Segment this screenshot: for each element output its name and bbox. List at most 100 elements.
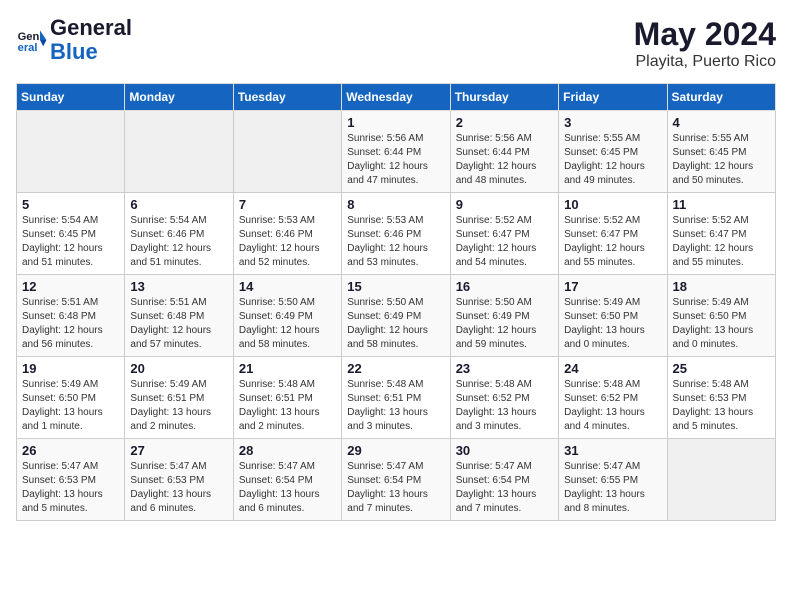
day-header-saturday: Saturday bbox=[667, 84, 775, 111]
day-header-thursday: Thursday bbox=[450, 84, 558, 111]
day-info: Sunrise: 5:48 AM Sunset: 6:53 PM Dayligh… bbox=[673, 378, 770, 434]
day-number: 2 bbox=[456, 115, 553, 130]
day-info: Sunrise: 5:48 AM Sunset: 6:51 PM Dayligh… bbox=[347, 378, 444, 434]
calendar-cell: 23 Sunrise: 5:48 AM Sunset: 6:52 PM Dayli… bbox=[450, 357, 558, 439]
day-number: 14 bbox=[239, 279, 336, 294]
day-header-wednesday: Wednesday bbox=[342, 84, 450, 111]
calendar-cell: 25 Sunrise: 5:48 AM Sunset: 6:53 PM Dayli… bbox=[667, 357, 775, 439]
day-info: Sunrise: 5:47 AM Sunset: 6:55 PM Dayligh… bbox=[564, 460, 661, 516]
day-info: Sunrise: 5:48 AM Sunset: 6:52 PM Dayligh… bbox=[564, 378, 661, 434]
day-number: 23 bbox=[456, 361, 553, 376]
calendar-cell bbox=[667, 439, 775, 521]
day-number: 31 bbox=[564, 443, 661, 458]
day-info: Sunrise: 5:56 AM Sunset: 6:44 PM Dayligh… bbox=[456, 132, 553, 188]
calendar-cell: 15Sunrise: 5:50 AM Sunset: 6:49 PM Dayli… bbox=[342, 275, 450, 357]
calendar-cell: 8Sunrise: 5:53 AM Sunset: 6:46 PM Daylig… bbox=[342, 193, 450, 275]
calendar-cell bbox=[17, 111, 125, 193]
day-info: Sunrise: 5:55 AM Sunset: 6:45 PM Dayligh… bbox=[673, 132, 770, 188]
day-info: Sunrise: 5:48 AM Sunset: 6:51 PM Dayligh… bbox=[239, 378, 336, 434]
calendar-cell: 7 Sunrise: 5:53 AM Sunset: 6:46 PM Daylig… bbox=[233, 193, 341, 275]
svg-text:Gen: Gen bbox=[18, 31, 40, 43]
calendar-cell bbox=[233, 111, 341, 193]
day-number: 19 bbox=[22, 361, 119, 376]
calendar-cell: 16 Sunrise: 5:50 AM Sunset: 6:49 PM Dayli… bbox=[450, 275, 558, 357]
day-info: Sunrise: 5:52 AM Sunset: 6:47 PM Dayligh… bbox=[456, 214, 553, 270]
calendar-week-row: 12 Sunrise: 5:51 AM Sunset: 6:48 PM Dayli… bbox=[17, 275, 776, 357]
day-number: 27 bbox=[130, 443, 227, 458]
calendar-cell: 9 Sunrise: 5:52 AM Sunset: 6:47 PM Daylig… bbox=[450, 193, 558, 275]
calendar-cell: 20 Sunrise: 5:49 AM Sunset: 6:51 PM Dayli… bbox=[125, 357, 233, 439]
calendar-cell: 24 Sunrise: 5:48 AM Sunset: 6:52 PM Dayli… bbox=[559, 357, 667, 439]
day-number: 16 bbox=[456, 279, 553, 294]
page-header: Gen eral GeneralBlue May 2024 Playita, P… bbox=[16, 16, 776, 71]
day-number: 28 bbox=[239, 443, 336, 458]
day-info: Sunrise: 5:48 AM Sunset: 6:52 PM Dayligh… bbox=[456, 378, 553, 434]
day-info: Sunrise: 5:55 AM Sunset: 6:45 PM Dayligh… bbox=[564, 132, 661, 188]
day-info: Sunrise: 5:53 AM Sunset: 6:46 PM Dayligh… bbox=[239, 214, 336, 270]
day-info: Sunrise: 5:51 AM Sunset: 6:48 PM Dayligh… bbox=[22, 296, 119, 352]
title-block: May 2024 Playita, Puerto Rico bbox=[634, 16, 776, 71]
day-number: 11 bbox=[673, 197, 770, 212]
day-number: 22 bbox=[347, 361, 444, 376]
day-header-tuesday: Tuesday bbox=[233, 84, 341, 111]
day-info: Sunrise: 5:53 AM Sunset: 6:46 PM Dayligh… bbox=[347, 214, 444, 270]
calendar-cell: 26Sunrise: 5:47 AM Sunset: 6:53 PM Dayli… bbox=[17, 439, 125, 521]
calendar-week-row: 19 Sunrise: 5:49 AM Sunset: 6:50 PM Dayli… bbox=[17, 357, 776, 439]
day-header-sunday: Sunday bbox=[17, 84, 125, 111]
day-number: 26 bbox=[22, 443, 119, 458]
day-number: 21 bbox=[239, 361, 336, 376]
day-number: 9 bbox=[456, 197, 553, 212]
day-info: Sunrise: 5:49 AM Sunset: 6:51 PM Dayligh… bbox=[130, 378, 227, 434]
day-header-friday: Friday bbox=[559, 84, 667, 111]
calendar-cell: 3 Sunrise: 5:55 AM Sunset: 6:45 PM Daylig… bbox=[559, 111, 667, 193]
day-info: Sunrise: 5:52 AM Sunset: 6:47 PM Dayligh… bbox=[564, 214, 661, 270]
day-number: 3 bbox=[564, 115, 661, 130]
day-info: Sunrise: 5:47 AM Sunset: 6:53 PM Dayligh… bbox=[130, 460, 227, 516]
day-info: Sunrise: 5:54 AM Sunset: 6:46 PM Dayligh… bbox=[130, 214, 227, 270]
day-info: Sunrise: 5:47 AM Sunset: 6:54 PM Dayligh… bbox=[456, 460, 553, 516]
day-number: 1 bbox=[347, 115, 444, 130]
calendar-cell: 22 Sunrise: 5:48 AM Sunset: 6:51 PM Dayli… bbox=[342, 357, 450, 439]
calendar-table: SundayMondayTuesdayWednesdayThursdayFrid… bbox=[16, 83, 776, 521]
day-number: 20 bbox=[130, 361, 227, 376]
calendar-cell: 10Sunrise: 5:52 AM Sunset: 6:47 PM Dayli… bbox=[559, 193, 667, 275]
calendar-cell: 27 Sunrise: 5:47 AM Sunset: 6:53 PM Dayli… bbox=[125, 439, 233, 521]
svg-text:eral: eral bbox=[18, 42, 38, 54]
calendar-week-row: 5 Sunrise: 5:54 AM Sunset: 6:45 PM Daylig… bbox=[17, 193, 776, 275]
calendar-cell: 19 Sunrise: 5:49 AM Sunset: 6:50 PM Dayli… bbox=[17, 357, 125, 439]
calendar-header-row: SundayMondayTuesdayWednesdayThursdayFrid… bbox=[17, 84, 776, 111]
day-info: Sunrise: 5:56 AM Sunset: 6:44 PM Dayligh… bbox=[347, 132, 444, 188]
calendar-cell: 2 Sunrise: 5:56 AM Sunset: 6:44 PM Daylig… bbox=[450, 111, 558, 193]
day-number: 17 bbox=[564, 279, 661, 294]
day-info: Sunrise: 5:54 AM Sunset: 6:45 PM Dayligh… bbox=[22, 214, 119, 270]
day-number: 12 bbox=[22, 279, 119, 294]
calendar-cell: 30 Sunrise: 5:47 AM Sunset: 6:54 PM Dayli… bbox=[450, 439, 558, 521]
day-info: Sunrise: 5:49 AM Sunset: 6:50 PM Dayligh… bbox=[22, 378, 119, 434]
calendar-cell: 13Sunrise: 5:51 AM Sunset: 6:48 PM Dayli… bbox=[125, 275, 233, 357]
calendar-cell: 31 Sunrise: 5:47 AM Sunset: 6:55 PM Dayli… bbox=[559, 439, 667, 521]
day-header-monday: Monday bbox=[125, 84, 233, 111]
calendar-cell: 21 Sunrise: 5:48 AM Sunset: 6:51 PM Dayli… bbox=[233, 357, 341, 439]
day-number: 25 bbox=[673, 361, 770, 376]
calendar-cell: 12 Sunrise: 5:51 AM Sunset: 6:48 PM Dayli… bbox=[17, 275, 125, 357]
day-number: 7 bbox=[239, 197, 336, 212]
day-info: Sunrise: 5:50 AM Sunset: 6:49 PM Dayligh… bbox=[456, 296, 553, 352]
day-number: 4 bbox=[673, 115, 770, 130]
day-number: 29 bbox=[347, 443, 444, 458]
day-info: Sunrise: 5:47 AM Sunset: 6:54 PM Dayligh… bbox=[239, 460, 336, 516]
calendar-cell: 6Sunrise: 5:54 AM Sunset: 6:46 PM Daylig… bbox=[125, 193, 233, 275]
calendar-cell: 5 Sunrise: 5:54 AM Sunset: 6:45 PM Daylig… bbox=[17, 193, 125, 275]
day-info: Sunrise: 5:52 AM Sunset: 6:47 PM Dayligh… bbox=[673, 214, 770, 270]
day-number: 24 bbox=[564, 361, 661, 376]
logo-icon: Gen eral bbox=[16, 24, 48, 56]
day-info: Sunrise: 5:49 AM Sunset: 6:50 PM Dayligh… bbox=[564, 296, 661, 352]
calendar-cell: 1 Sunrise: 5:56 AM Sunset: 6:44 PM Daylig… bbox=[342, 111, 450, 193]
calendar-week-row: 26 Sunrise: 5:47 AM Sunset: 6:53 PM Dayli… bbox=[17, 439, 776, 521]
calendar-cell: 11 Sunrise: 5:52 AM Sunset: 6:47 PM Dayli… bbox=[667, 193, 775, 275]
day-number: 5 bbox=[22, 197, 119, 212]
day-number: 15 bbox=[347, 279, 444, 294]
day-number: 30 bbox=[456, 443, 553, 458]
day-info: Sunrise: 5:51 AM Sunset: 6:48 PM Dayligh… bbox=[130, 296, 227, 352]
calendar-cell: 4 Sunrise: 5:55 AM Sunset: 6:45 PM Daylig… bbox=[667, 111, 775, 193]
day-info: Sunrise: 5:49 AM Sunset: 6:50 PM Dayligh… bbox=[673, 296, 770, 352]
